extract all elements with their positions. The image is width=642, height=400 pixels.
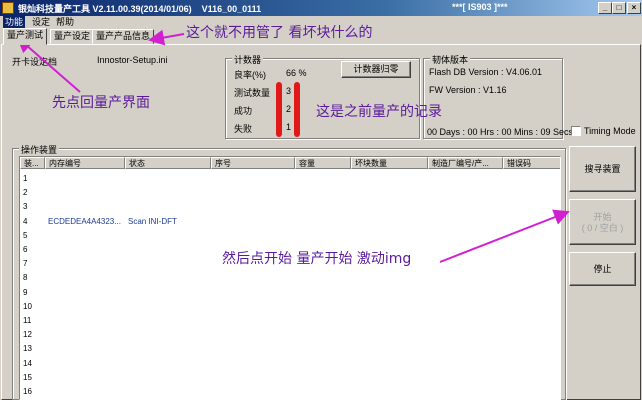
arrow-to-product-info-tab <box>148 29 185 46</box>
arrow-to-production-tab <box>16 36 81 93</box>
tab-production-test[interactable]: 量产测试 <box>3 28 48 45</box>
arrow-to-start-button <box>439 209 570 263</box>
annotation-arrows <box>16 29 570 263</box>
